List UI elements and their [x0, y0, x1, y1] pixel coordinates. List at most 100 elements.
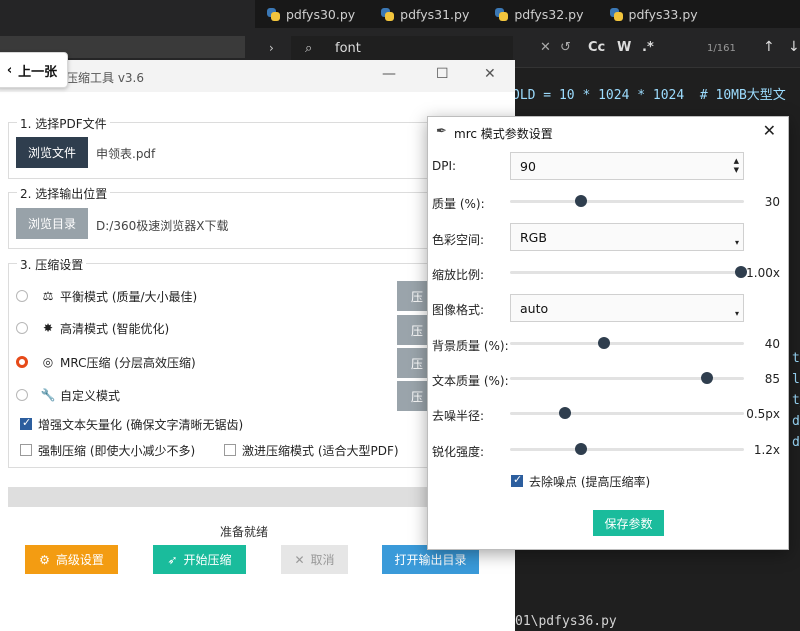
browse-file-button[interactable]: 浏览文件: [16, 137, 88, 168]
checkbox[interactable]: [224, 444, 236, 456]
remove-noise-option[interactable]: 去除噪点 (提高压缩率): [511, 472, 650, 490]
enhance-text-vector-option[interactable]: 增强文本矢量化 (确保文字清晰无锯齿): [20, 415, 243, 433]
section-title: 2. 选择输出位置: [17, 185, 111, 202]
mode-preview-button[interactable]: 压: [397, 281, 427, 311]
editor-sidebar: [0, 0, 255, 60]
radio-button[interactable]: [16, 389, 28, 401]
maximize-icon[interactable]: ☐: [436, 66, 449, 82]
clear-icon[interactable]: ✕: [540, 40, 551, 55]
slider-handle[interactable]: [700, 372, 713, 384]
editor-tab[interactable]: pdfys32.py: [483, 0, 597, 28]
code-fragment: t) lt t_ de de: [792, 351, 800, 450]
checkbox-checked[interactable]: [511, 473, 523, 487]
mrc-settings-dialog: ✒ mrc 模式参数设置 ✕ DPI: 90 ▲ ▼ 质量 (%): 30 色彩空…: [427, 116, 789, 550]
output-path: D:/360极速浏览器X下载: [96, 219, 229, 233]
chevron-left-icon: ‹: [6, 62, 13, 78]
regex-toggle[interactable]: .*: [642, 40, 654, 55]
spin-arrows-icon[interactable]: ▲ ▼: [734, 157, 739, 175]
radio-button[interactable]: [16, 290, 28, 302]
background-quality-slider[interactable]: [510, 336, 744, 350]
background-quality-label: 背景质量 (%):: [432, 339, 509, 353]
mode-mrc[interactable]: ◎ MRC压缩 (分层高效压缩): [16, 352, 196, 372]
slider-handle[interactable]: [575, 443, 588, 455]
quality-slider[interactable]: [510, 194, 744, 208]
scale-value: 1.00x: [746, 266, 780, 280]
image-format-label: 图像格式:: [432, 303, 485, 317]
editor-tab[interactable]: pdfys30.py: [255, 0, 369, 28]
text-quality-slider[interactable]: [510, 371, 744, 385]
code-line: OLD = 10 * 1024 * 1024 # 10MB大型文: [512, 88, 786, 103]
mode-hd[interactable]: ✸ 高清模式 (智能优化): [16, 318, 169, 338]
dropdown-arrow-icon: ▾: [734, 309, 739, 318]
slider-handle[interactable]: [598, 337, 611, 349]
python-file-icon: [267, 7, 280, 21]
rocket-icon: ➶: [167, 552, 178, 567]
denoise-radius-value: 0.5px: [746, 407, 780, 421]
checkbox-checked[interactable]: [20, 416, 32, 430]
cancel-button[interactable]: ✕ 取消: [281, 545, 348, 574]
slider-handle[interactable]: [559, 407, 572, 419]
sharpen-label: 锐化强度:: [432, 445, 485, 459]
denoise-radius-slider[interactable]: [510, 406, 744, 420]
search-icon: ⌕: [305, 41, 313, 56]
quality-value: 30: [764, 195, 780, 209]
chevron-right-icon[interactable]: ›: [269, 41, 274, 55]
arrow-down-icon[interactable]: ↓: [788, 39, 800, 55]
text-quality-label: 文本质量 (%):: [432, 374, 509, 388]
scale-label: 缩放比例:: [432, 268, 485, 282]
color-space-dropdown[interactable]: RGB ▾: [510, 223, 744, 251]
arrow-up-icon[interactable]: ↑: [763, 39, 775, 55]
status-text: 准备就绪: [220, 525, 269, 539]
browse-directory-button[interactable]: 浏览目录: [16, 208, 88, 239]
terminal-path: 01\pdfys36.py: [515, 614, 617, 629]
color-space-label: 色彩空间:: [432, 233, 485, 247]
mode-custom[interactable]: 🔧 自定义模式: [16, 385, 120, 405]
dpi-spinbox[interactable]: 90 ▲ ▼: [510, 152, 744, 180]
background-quality-value: 40: [764, 337, 780, 351]
dpi-label: DPI:: [432, 159, 457, 173]
editor-tab[interactable]: pdfys31.py: [369, 0, 483, 28]
close-x-icon: ✕: [294, 552, 305, 567]
slider-handle[interactable]: [575, 195, 588, 207]
dialog-title: mrc 模式参数设置: [454, 127, 553, 141]
image-format-dropdown[interactable]: auto ▾: [510, 294, 744, 322]
replace-icon[interactable]: ↺: [560, 40, 571, 55]
close-icon[interactable]: ✕: [763, 121, 776, 140]
section-title: 1. 选择PDF文件: [17, 115, 110, 132]
force-compress-option[interactable]: 强制压缩 (即使大小减少不多): [20, 441, 195, 459]
quality-label: 质量 (%):: [432, 197, 485, 211]
checkbox[interactable]: [20, 444, 32, 456]
editor-tabbar: pdfys30.py pdfys31.py pdfys32.py pdfys33…: [255, 0, 800, 28]
gear-icon: ⚙: [39, 552, 50, 567]
python-file-icon: [609, 7, 623, 21]
minimize-icon[interactable]: —: [382, 66, 396, 82]
scale-slider[interactable]: [510, 265, 747, 279]
sharpen-slider[interactable]: [510, 442, 744, 456]
mode-preview-button[interactable]: 压: [397, 315, 427, 345]
advanced-settings-button[interactable]: ⚙ 高级设置: [25, 545, 118, 574]
section-title: 3. 压缩设置: [17, 256, 87, 273]
previous-image-button[interactable]: ‹ 上一张: [0, 52, 68, 88]
mode-preview-button[interactable]: 压: [397, 381, 427, 411]
text-quality-value: 85: [764, 372, 780, 386]
save-params-button[interactable]: 保存参数: [593, 510, 664, 536]
radio-button[interactable]: [16, 322, 28, 334]
find-input[interactable]: [291, 36, 513, 62]
dialog-titlebar: ✒ mrc 模式参数设置 ✕: [428, 117, 788, 147]
denoise-radius-label: 去噪半径:: [432, 409, 485, 423]
close-icon[interactable]: ✕: [484, 66, 496, 82]
match-case-toggle[interactable]: Cc: [588, 40, 605, 55]
mode-balanced[interactable]: ⚖ 平衡模式 (质量/大小最佳): [16, 286, 197, 306]
python-file-icon: [381, 7, 395, 21]
editor-tab[interactable]: pdfys33.py: [598, 0, 712, 28]
start-compression-button[interactable]: ➶ 开始压缩: [153, 545, 246, 574]
python-file-icon: [495, 7, 509, 21]
match-count: 1/161: [707, 43, 736, 54]
mode-preview-button[interactable]: 压: [397, 348, 427, 378]
dropdown-arrow-icon: ▾: [734, 238, 739, 247]
whole-word-toggle[interactable]: W: [617, 40, 631, 55]
progress-bar: [8, 487, 428, 507]
sharpen-value: 1.2x: [753, 443, 780, 457]
radio-button-selected[interactable]: [16, 356, 28, 368]
aggressive-mode-option[interactable]: 激进压缩模式 (适合大型PDF): [224, 441, 399, 459]
